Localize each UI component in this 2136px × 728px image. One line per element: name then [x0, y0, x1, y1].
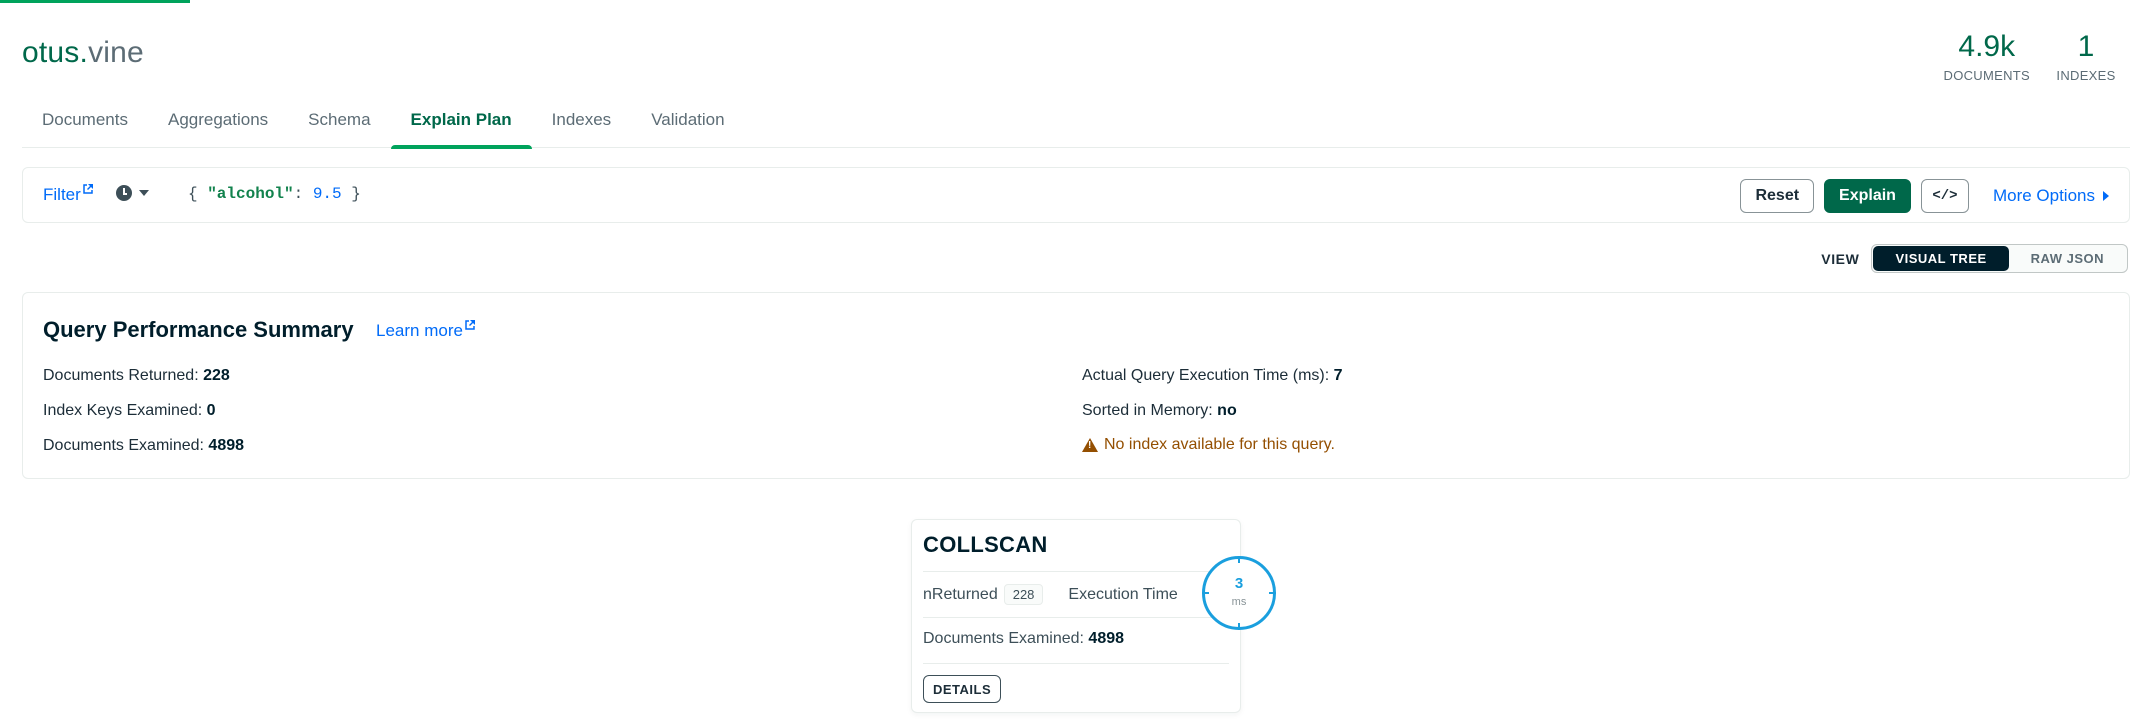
- documents-returned-value: 228: [203, 367, 230, 384]
- filter-number: 9.5: [312, 185, 342, 203]
- learn-more-link[interactable]: Learn more: [376, 320, 475, 341]
- collection-name: vine: [88, 36, 144, 69]
- sorted-in-memory-label: Sorted in Memory:: [1082, 402, 1213, 419]
- stage-divider: [923, 663, 1229, 664]
- more-options-label: More Options: [1992, 186, 2095, 205]
- namespace-title: otus.vine: [22, 36, 144, 70]
- summary-title: Query Performance Summary: [43, 317, 354, 342]
- reset-button[interactable]: Reset: [1740, 179, 1815, 213]
- indexes-count: 1: [2077, 30, 2095, 63]
- code-icon[interactable]: </>: [1920, 179, 1969, 213]
- query-history-button[interactable]: [116, 185, 149, 201]
- visual-tree-button[interactable]: VISUAL TREE: [1873, 246, 2009, 271]
- documents-count: 4.9k: [1958, 30, 2016, 63]
- query-performance-summary: Query Performance Summary Learn more Doc…: [22, 292, 2130, 479]
- tab-explain-plan[interactable]: Explain Plan: [390, 104, 532, 149]
- external-link-icon: [465, 320, 475, 330]
- stage-divider: [923, 617, 1229, 618]
- external-link-icon: [83, 184, 93, 194]
- collection-stats: 4.9k DOCUMENTS 1 INDEXES: [1944, 30, 2116, 83]
- gauge-tick: [1238, 556, 1240, 563]
- stage-returned-row: nReturned 228 Execution Time: [923, 584, 1178, 605]
- execution-time-label: Actual Query Execution Time (ms):: [1082, 367, 1330, 384]
- collection-tabs: Documents Aggregations Schema Explain Pl…: [22, 104, 2130, 149]
- documents-examined-label: Documents Examined:: [43, 437, 204, 454]
- filter-link[interactable]: Filter: [43, 184, 93, 205]
- documents-label: DOCUMENTS: [1943, 68, 2030, 83]
- no-index-warning-text: No index available for this query.: [1104, 436, 1335, 453]
- filter-input[interactable]: { "alcohol": 9.5 }: [188, 185, 1688, 203]
- documents-stat: 4.9k DOCUMENTS: [1944, 30, 2030, 83]
- gauge-tick: [1238, 623, 1240, 630]
- details-button[interactable]: DETAILS: [923, 675, 1002, 703]
- filter-close-brace: }: [341, 185, 361, 203]
- documents-returned-metric: Documents Returned: 228: [43, 367, 230, 385]
- gauge-tick: [1202, 592, 1209, 594]
- indexes-stat: 1 INDEXES: [2056, 30, 2116, 83]
- database-name: otus: [22, 36, 80, 69]
- sorted-in-memory-metric: Sorted in Memory: no: [1082, 402, 1237, 420]
- tab-validation[interactable]: Validation: [631, 104, 744, 148]
- stage-docs-examined-value: 4898: [1088, 630, 1125, 647]
- index-keys-metric: Index Keys Examined: 0: [43, 402, 216, 420]
- documents-returned-label: Documents Returned:: [43, 367, 199, 384]
- stage-docs-examined-row: Documents Examined: 4898: [923, 630, 1124, 648]
- documents-examined-metric: Documents Examined: 4898: [43, 437, 244, 455]
- indexes-label: INDEXES: [2056, 68, 2116, 83]
- index-keys-label: Index Keys Examined:: [43, 402, 203, 419]
- execution-time-metric: Actual Query Execution Time (ms): 7: [1082, 367, 1343, 385]
- stage-execution-time-label: Execution Time: [1068, 585, 1178, 603]
- stage-name: COLLSCAN: [923, 532, 1048, 557]
- tab-schema[interactable]: Schema: [288, 104, 390, 148]
- top-accent-bar: [0, 0, 190, 3]
- view-toggle: VIEW VISUAL TREE RAW JSON: [1821, 244, 2128, 273]
- collection-header: otus.vine: [22, 36, 2136, 76]
- learn-more-label: Learn more: [376, 321, 463, 340]
- nreturned-label: nReturned: [923, 585, 998, 603]
- filter-colon: :: [293, 185, 313, 203]
- warning-icon: [1082, 438, 1098, 452]
- documents-examined-value: 4898: [208, 437, 245, 454]
- stage-divider: [923, 571, 1229, 572]
- execution-time-value: 7: [1333, 367, 1343, 384]
- caret-right-icon: [2103, 191, 2109, 201]
- namespace-separator: .: [79, 36, 89, 69]
- explain-button[interactable]: Explain: [1824, 179, 1911, 213]
- view-segmented-control: VISUAL TREE RAW JSON: [1871, 244, 2128, 273]
- gauge-value: 3: [1234, 575, 1244, 592]
- clock-icon: [116, 185, 132, 201]
- stage-docs-examined-label: Documents Examined:: [923, 630, 1084, 647]
- index-keys-value: 0: [206, 402, 216, 419]
- raw-json-button[interactable]: RAW JSON: [2009, 246, 2126, 271]
- execution-time-gauge: 3 ms: [1202, 556, 1276, 630]
- filter-key: "alcohol": [207, 185, 294, 203]
- gauge-tick: [1269, 592, 1276, 594]
- collscan-stage-card: COLLSCAN nReturned 228 Execution Time Do…: [911, 519, 1241, 713]
- tab-indexes[interactable]: Indexes: [532, 104, 632, 148]
- filter-label: Filter: [43, 185, 81, 204]
- sorted-in-memory-value: no: [1217, 402, 1237, 419]
- query-bar: Filter { "alcohol": 9.5 } Reset Explain …: [22, 167, 2130, 223]
- no-index-warning: No index available for this query.: [1082, 436, 1335, 454]
- nreturned-badge: 228: [1003, 584, 1044, 605]
- caret-down-icon: [139, 190, 149, 196]
- query-actions: Reset Explain </> More Options: [1740, 179, 2109, 213]
- tab-documents[interactable]: Documents: [22, 104, 148, 148]
- view-label: VIEW: [1821, 250, 1860, 267]
- gauge-unit: ms: [1231, 596, 1247, 608]
- more-options-button[interactable]: More Options: [1993, 186, 2109, 206]
- filter-open-brace: {: [188, 185, 208, 203]
- tab-aggregations[interactable]: Aggregations: [148, 104, 288, 148]
